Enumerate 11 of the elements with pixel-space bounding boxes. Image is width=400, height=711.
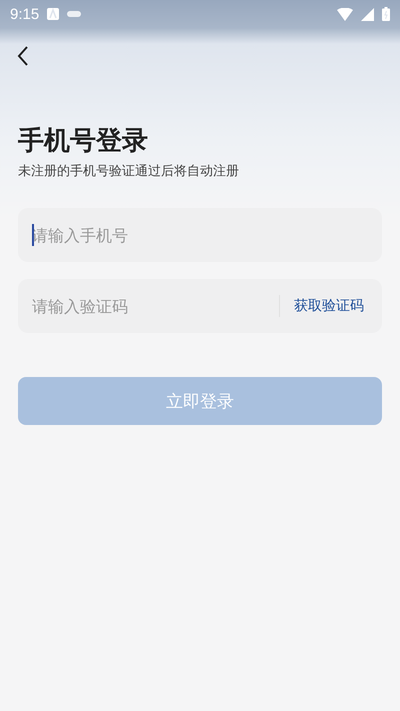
keyboard-icon — [67, 10, 82, 18]
notification-icon — [47, 8, 60, 20]
back-icon[interactable] — [17, 46, 29, 66]
page-title: 手机号登录 — [18, 125, 148, 158]
status-time: 9:15 — [10, 6, 40, 22]
signal-icon — [361, 8, 374, 20]
battery-icon — [382, 7, 390, 21]
wifi-icon — [337, 8, 353, 20]
get-code-link[interactable]: 获取验证码 — [294, 297, 364, 315]
code-input-field[interactable]: 请输入验证码 — [32, 296, 279, 316]
page-subtitle: 未注册的手机号验证通过后将自动注册 — [18, 163, 239, 180]
